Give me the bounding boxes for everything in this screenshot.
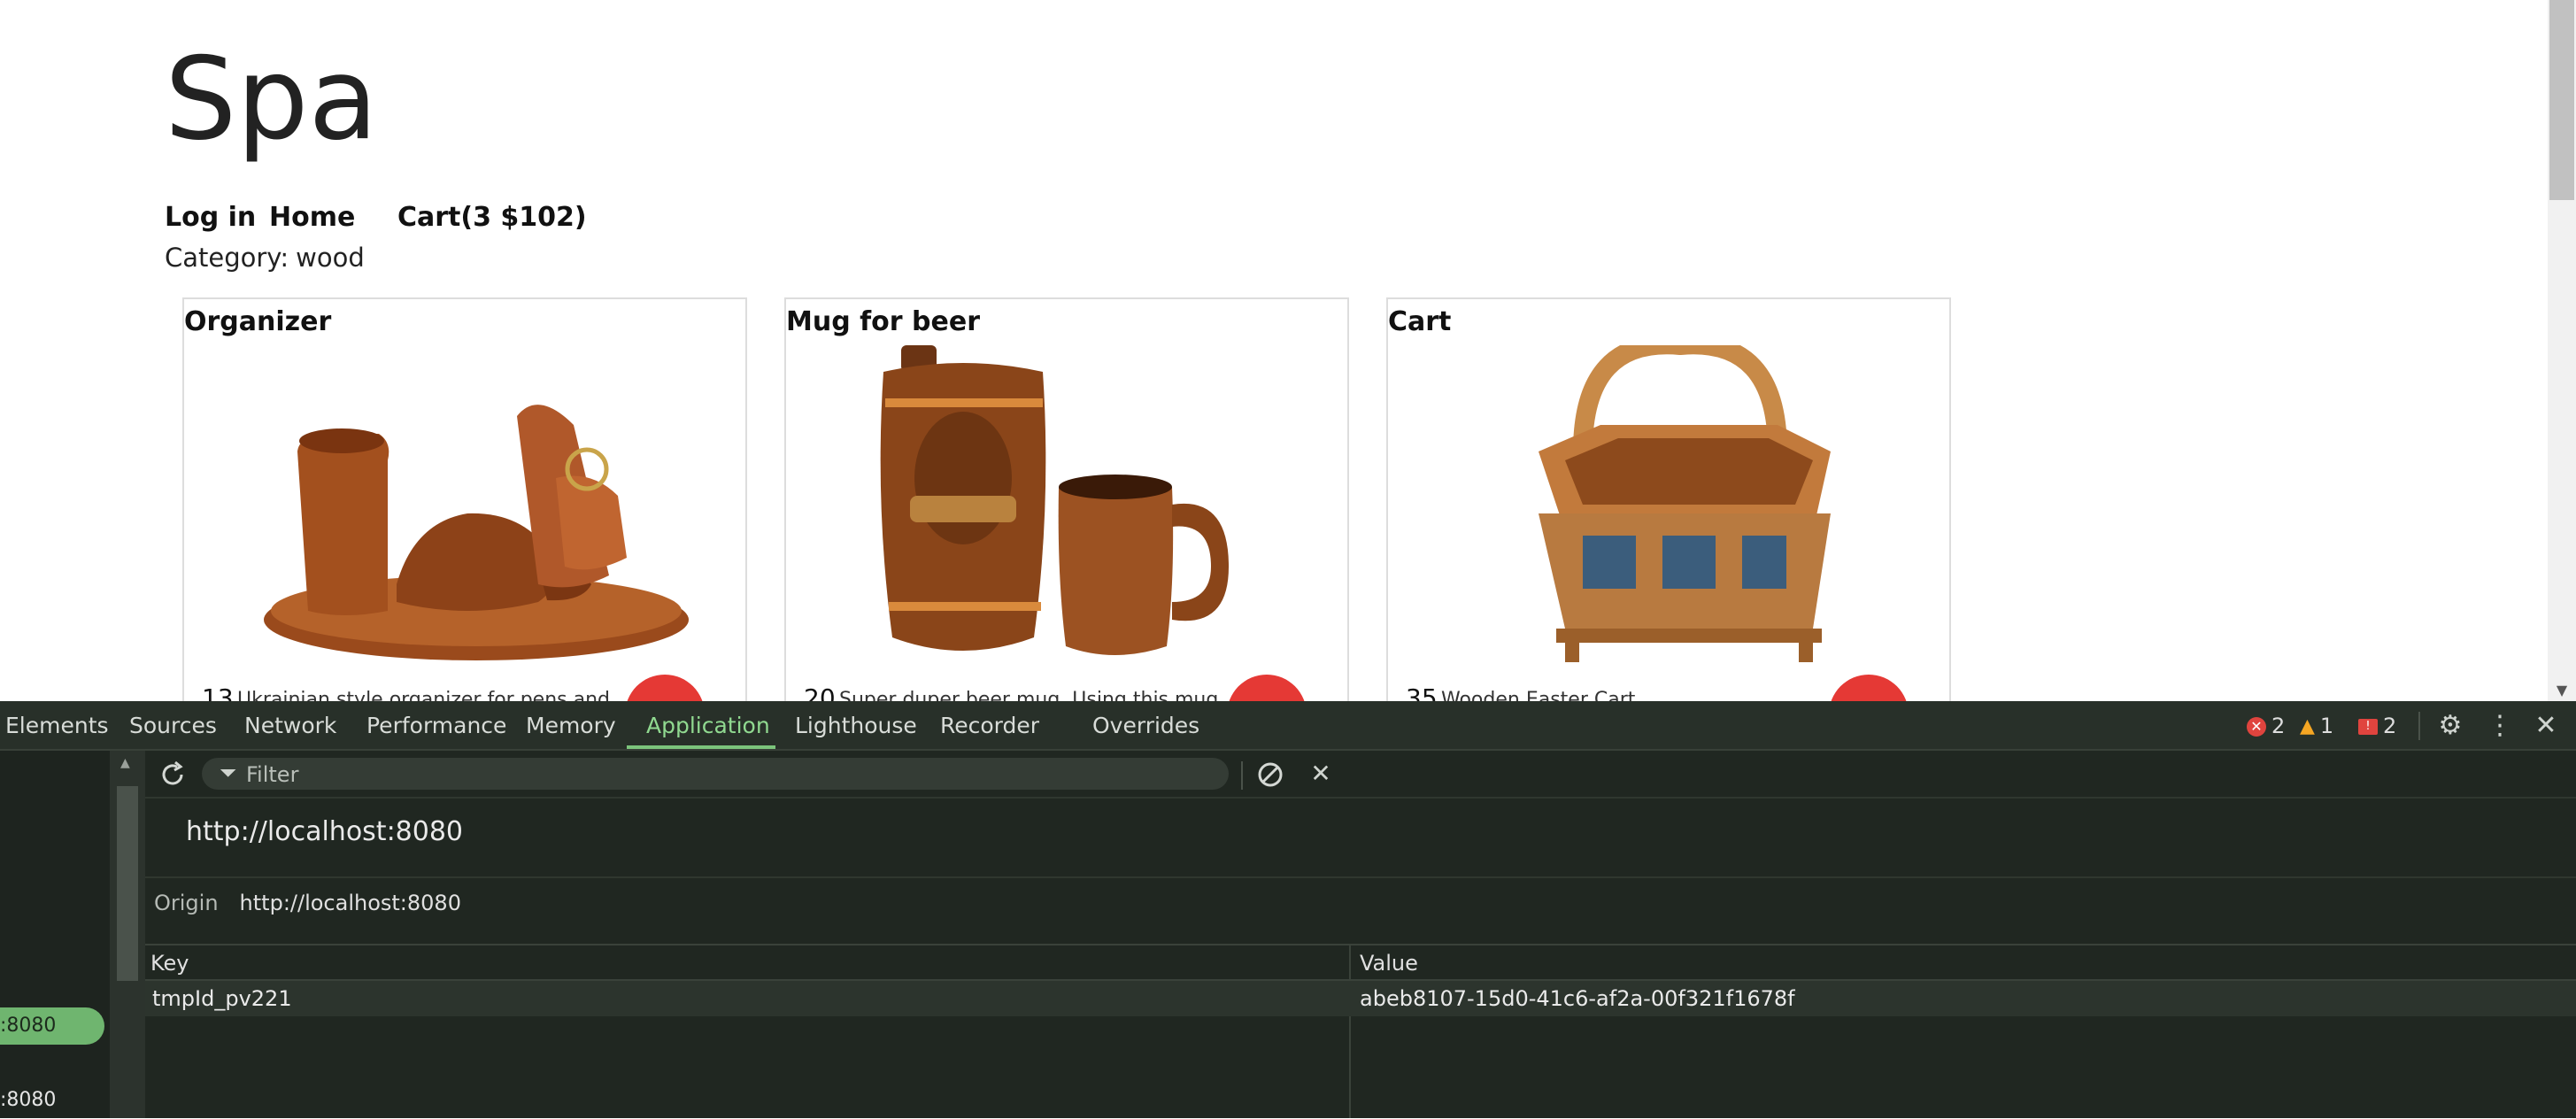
tab-memory[interactable]: Memory [526,701,616,749]
error-icon: ✕ [2247,717,2266,737]
scroll-up-arrow-icon[interactable]: ▲ [120,756,130,770]
home-link[interactable]: Home [269,202,355,233]
table-row[interactable]: tmpId_pv221 abeb8107-15d0-41c6-af2a-00f3… [145,981,2576,1016]
delete-selected-icon[interactable]: ✕ [1303,756,1338,791]
filter-input[interactable] [244,758,1204,791]
origin-heading: http://localhost:8080 [186,816,464,847]
warning-count: 1 [2319,714,2334,738]
product-image-easter-cart [1539,345,1831,662]
storage-viewer: ⏷ ✕ http://localhost:8080 Origin http://l… [145,751,2576,1118]
warning-icon: ▲ [2300,715,2315,737]
scroll-down-arrow-icon[interactable]: ▼ [2553,682,2571,699]
column-header-value[interactable]: Value [1360,945,1418,981]
filter-box[interactable]: ⏷ [202,758,1229,791]
tab-application[interactable]: Application [646,701,770,749]
scrollbar-thumb[interactable] [2549,0,2574,200]
website-viewport: Spa Log in Home Cart(3 $102) Category: wo… [0,0,2576,701]
application-sidebar: :8080 :8080 [0,751,110,1118]
origin-row: Origin http://localhost:8080 [154,891,461,915]
category-label: Category: [165,243,289,273]
devtools-tab-bar: Elements Sources Network Performance Mem… [0,701,2576,751]
tab-lighthouse[interactable]: Lighthouse [795,701,917,749]
tab-elements[interactable]: Elements [5,701,109,749]
cart-link[interactable]: Cart(3 $102) [397,202,587,233]
site-title: Spa [165,34,378,166]
tab-performance[interactable]: Performance [366,701,506,749]
tab-recorder[interactable]: Recorder [940,701,1039,749]
product-card[interactable]: Mug for beer 20 Super duper beer mug. Us… [784,297,1349,701]
column-header-key[interactable]: Key [150,945,189,981]
product-price: 35 [1406,683,1438,701]
add-to-cart-button[interactable] [625,675,705,701]
product-price: 13 [202,683,234,701]
product-image-organizer [264,405,689,660]
issues-icon: ! [2358,719,2378,735]
product-image-beer-mug [880,345,1229,655]
product-card[interactable]: Cart 35 Wooden Easter Cart [1386,297,1951,701]
origin-label: Origin [154,891,219,915]
sidebar-item-localhost-selected[interactable]: :8080 [0,1007,104,1045]
origin-value: http://localhost:8080 [239,891,461,915]
toolbar-divider [1241,761,1243,790]
storage-toolbar: ⏷ ✕ [145,751,2576,799]
page-scrollbar[interactable]: ▼ [2548,0,2576,701]
error-count: 2 [2271,714,2286,738]
sidebar-scrollbar[interactable]: ▲ [110,751,145,1118]
product-title: Organizer [184,306,332,337]
product-title: Cart [1388,306,1452,337]
more-options-icon[interactable]: ⋮ [2482,708,2518,744]
tab-sources[interactable]: Sources [129,701,217,749]
toolbar-divider [2418,712,2420,740]
login-link[interactable]: Log in [165,202,256,233]
active-tab-indicator [627,745,775,749]
add-to-cart-button[interactable] [1227,675,1307,701]
product-description: Wooden Easter Cart [1441,689,1636,701]
settings-gear-icon[interactable]: ⚙ [2433,708,2468,744]
clear-all-icon[interactable] [1255,760,1285,790]
category-value: wood [296,243,365,273]
error-count-badge[interactable]: ✕ 2 [2247,712,2285,740]
product-description: Ukrainian style organizer for pens and [237,689,610,701]
issues-count-badge[interactable]: ! 2 [2358,712,2396,740]
warning-count-badge[interactable]: ▲ 1 [2300,712,2333,740]
column-divider[interactable] [1349,944,1351,1118]
sidebar-scrollbar-thumb[interactable] [117,786,138,981]
row-key: tmpId_pv221 [152,986,292,1011]
tab-network[interactable]: Network [244,701,336,749]
refresh-icon[interactable] [158,760,188,790]
product-description: Super duper beer mug. Using this mug [839,689,1219,701]
product-price: 20 [804,683,836,701]
section-divider [145,876,2576,878]
sidebar-item-localhost[interactable]: :8080 [0,1082,104,1119]
devtools-panel: Elements Sources Network Performance Mem… [0,701,2576,1118]
add-to-cart-button[interactable] [1829,675,1909,701]
close-devtools-icon[interactable]: ✕ [2528,708,2564,744]
row-value: abeb8107-15d0-41c6-af2a-00f321f1678f [1360,986,1795,1011]
filter-funnel-icon: ⏷ [220,760,237,785]
category-line: Category: wood [165,243,365,273]
storage-table-header: Key Value [145,944,2576,981]
product-title: Mug for beer [786,306,980,337]
tab-overrides[interactable]: Overrides [1092,701,1199,749]
product-card[interactable]: Organizer 13 Ukrainian style organizer f… [182,297,747,701]
issues-count: 2 [2383,714,2397,738]
